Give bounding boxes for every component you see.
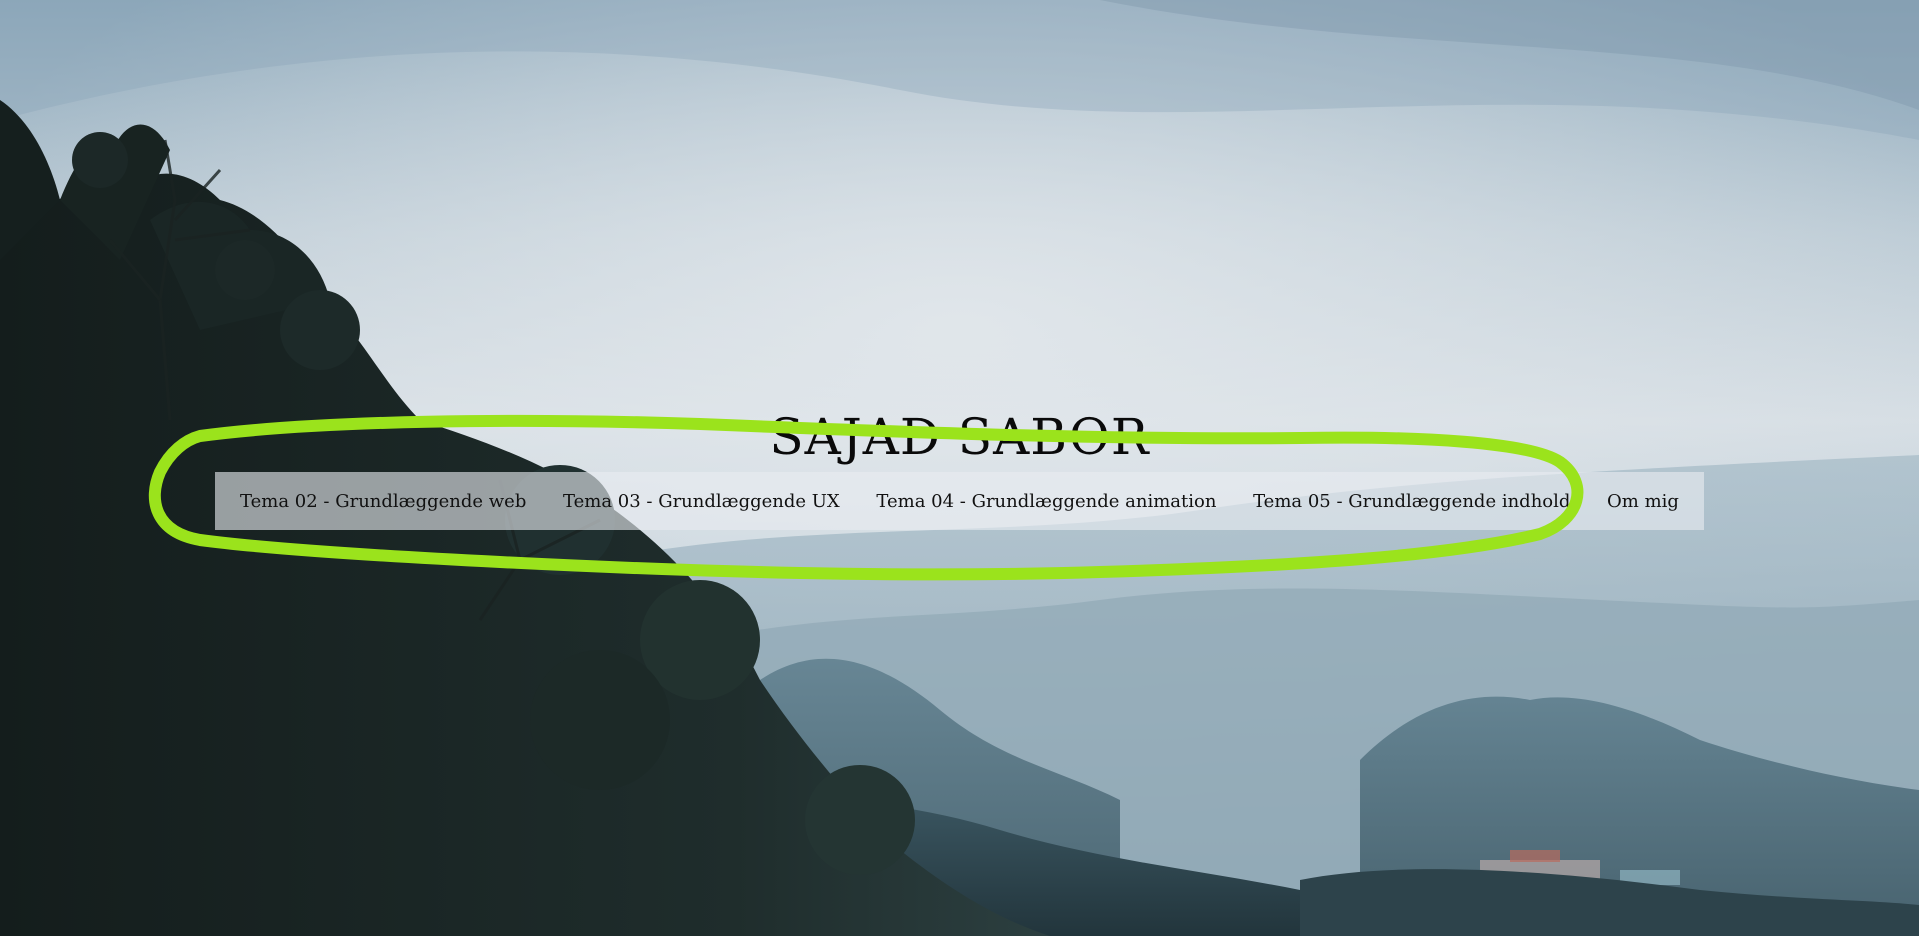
nav-link-tema-02[interactable]: Tema 02 - Grundlæggende web bbox=[240, 491, 526, 512]
nav-link-tema-05[interactable]: Tema 05 - Grundlæggende indhold bbox=[1253, 491, 1570, 512]
hero-background-photo bbox=[0, 0, 1919, 936]
nav-link-tema-04[interactable]: Tema 04 - Grundlæggende animation bbox=[876, 491, 1216, 512]
site-title: SAJAD SABOR bbox=[769, 408, 1150, 466]
nav-link-tema-03[interactable]: Tema 03 - Grundlæggende UX bbox=[563, 491, 840, 512]
nav-link-om-mig[interactable]: Om mig bbox=[1607, 491, 1679, 512]
misty-forest-scene bbox=[0, 0, 1919, 936]
main-navigation: Tema 02 - Grundlæggende web Tema 03 - Gr… bbox=[215, 472, 1704, 530]
